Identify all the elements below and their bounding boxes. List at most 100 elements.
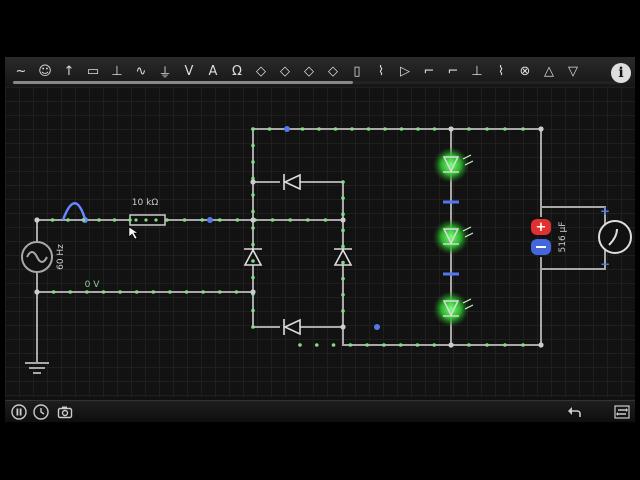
led-tool-icon[interactable]: ◇	[299, 61, 319, 81]
circuit-canvas[interactable]: 60 Hz 10 kΩ 0 V + 516 µF + −	[5, 87, 635, 397]
junction-node[interactable]	[34, 217, 40, 223]
current-dot	[251, 226, 255, 230]
junction-node[interactable]	[340, 217, 346, 223]
transformer-tool-icon[interactable]: ⌇	[371, 61, 391, 81]
ohmmeter-tool-icon[interactable]: Ω	[227, 61, 247, 81]
junction-node[interactable]	[250, 179, 256, 185]
diode-bottom[interactable]	[283, 318, 301, 336]
meter-tool-icon[interactable]: ☺	[35, 61, 55, 81]
led-tool-icon-glyph: ◇	[304, 63, 314, 79]
ground-tool-icon[interactable]: ⏚	[155, 61, 175, 81]
switch-tool-icon[interactable]: ⌐	[419, 61, 439, 81]
junction-node[interactable]	[448, 342, 454, 348]
current-dot	[66, 218, 70, 222]
capacitor[interactable]: +	[531, 219, 551, 255]
ac-source-tool-icon[interactable]: ~	[11, 61, 31, 81]
dc-source-tool-icon[interactable]: ↑	[59, 61, 79, 81]
current-dot	[251, 127, 255, 131]
ac-voltage-source[interactable]	[21, 241, 53, 273]
undo-button[interactable]	[565, 403, 582, 420]
triangle-tool-icon[interactable]: ▽	[563, 61, 583, 81]
fuse-tool-icon[interactable]: ▯	[347, 61, 367, 81]
junction-node[interactable]	[34, 289, 40, 295]
swap-icon	[613, 404, 630, 419]
current-dot	[341, 196, 345, 200]
resistor-value-label: 10 kΩ	[132, 198, 159, 208]
led-3[interactable]	[433, 291, 474, 327]
current-dot	[317, 127, 321, 131]
current-dot	[333, 127, 338, 131]
transistor-tool-icon[interactable]: ◇	[323, 61, 343, 81]
led-2[interactable]	[433, 219, 474, 255]
source-frequency-label: 60 Hz	[56, 244, 66, 270]
diode-tool-icon[interactable]: ◇	[251, 61, 271, 81]
current-dot	[521, 127, 525, 131]
current-dot	[165, 218, 169, 222]
current-dot	[51, 290, 56, 294]
speed-button[interactable]	[32, 403, 49, 420]
zener-tool-icon[interactable]: ◇	[275, 61, 295, 81]
svg-text:+: +	[536, 220, 547, 235]
pause-button[interactable]	[10, 403, 27, 420]
current-dot	[251, 209, 255, 214]
toolbar-scroll-thumb[interactable]	[13, 81, 353, 84]
current-dot	[112, 218, 117, 222]
current-dot	[50, 218, 55, 222]
current-dot	[184, 290, 189, 294]
opamp-tool-icon[interactable]: ▷	[395, 61, 415, 81]
current-dot	[399, 127, 404, 131]
current-dot	[341, 212, 345, 217]
wires	[36, 128, 606, 362]
fuse-tool-icon-glyph: ▯	[353, 63, 361, 79]
voltmeter[interactable]	[598, 220, 632, 254]
current-dot	[251, 160, 255, 164]
led-1[interactable]	[433, 147, 474, 183]
diode-top[interactable]	[283, 173, 301, 191]
ground-symbol[interactable]	[25, 362, 49, 374]
relay-tool-icon[interactable]: ⌇	[491, 61, 511, 81]
ohmmeter-tool-icon-glyph: Ω	[232, 63, 242, 79]
current-dot	[341, 180, 345, 184]
lamp-tool-icon[interactable]: ⊗	[515, 61, 535, 81]
current-dot	[341, 260, 345, 265]
info-button[interactable]: i	[611, 63, 631, 83]
junction-node[interactable]	[250, 217, 256, 223]
mouse-cursor-icon	[128, 226, 139, 240]
capacitor-tool-icon[interactable]: ⊥	[107, 61, 127, 81]
current-dot	[97, 218, 101, 222]
resistor-tool-icon[interactable]: ▭	[83, 61, 103, 81]
charge-marker	[284, 126, 290, 132]
capacitor-value-label: 516 µF	[558, 222, 568, 253]
current-dot	[331, 343, 336, 347]
switch-2-tool-icon[interactable]: ⌐	[443, 61, 463, 81]
inductor-tool-icon[interactable]: ∿	[131, 61, 151, 81]
current-dot	[341, 292, 345, 297]
junction-node[interactable]	[538, 342, 544, 348]
current-dot	[218, 218, 222, 222]
diode-tool-icon-glyph: ◇	[256, 63, 266, 79]
current-dot	[251, 193, 255, 197]
junction-node[interactable]	[340, 324, 346, 330]
junction-node[interactable]	[448, 126, 454, 132]
toolbar-scrollbar[interactable]	[13, 81, 623, 84]
junction-node[interactable]	[250, 289, 256, 295]
current-dot	[485, 127, 489, 131]
current-dot	[234, 290, 239, 294]
current-dot	[300, 127, 305, 131]
swap-button[interactable]	[613, 403, 630, 420]
voltmeter-tool-icon[interactable]: V	[179, 61, 199, 81]
capacitor-tool-icon-glyph: ⊥	[111, 63, 123, 79]
pause-icon	[10, 403, 27, 420]
ac-source-tool-icon-glyph: ~	[15, 63, 27, 79]
current-dot	[341, 276, 345, 281]
resistor[interactable]	[129, 214, 166, 226]
ammeter-tool-icon[interactable]: A	[203, 61, 223, 81]
current-dot	[365, 343, 369, 347]
lamp-tool-icon-glyph: ⊗	[519, 63, 531, 79]
triangle-tool-icon-glyph: ▽	[568, 63, 578, 79]
dc-source-tool-icon-glyph: ↑	[63, 63, 75, 79]
pushbutton-tool-icon[interactable]: ⊥	[467, 61, 487, 81]
snapshot-button[interactable]	[56, 403, 73, 420]
junction-node[interactable]	[538, 126, 544, 132]
spark-gap-tool-icon[interactable]: △	[539, 61, 559, 81]
